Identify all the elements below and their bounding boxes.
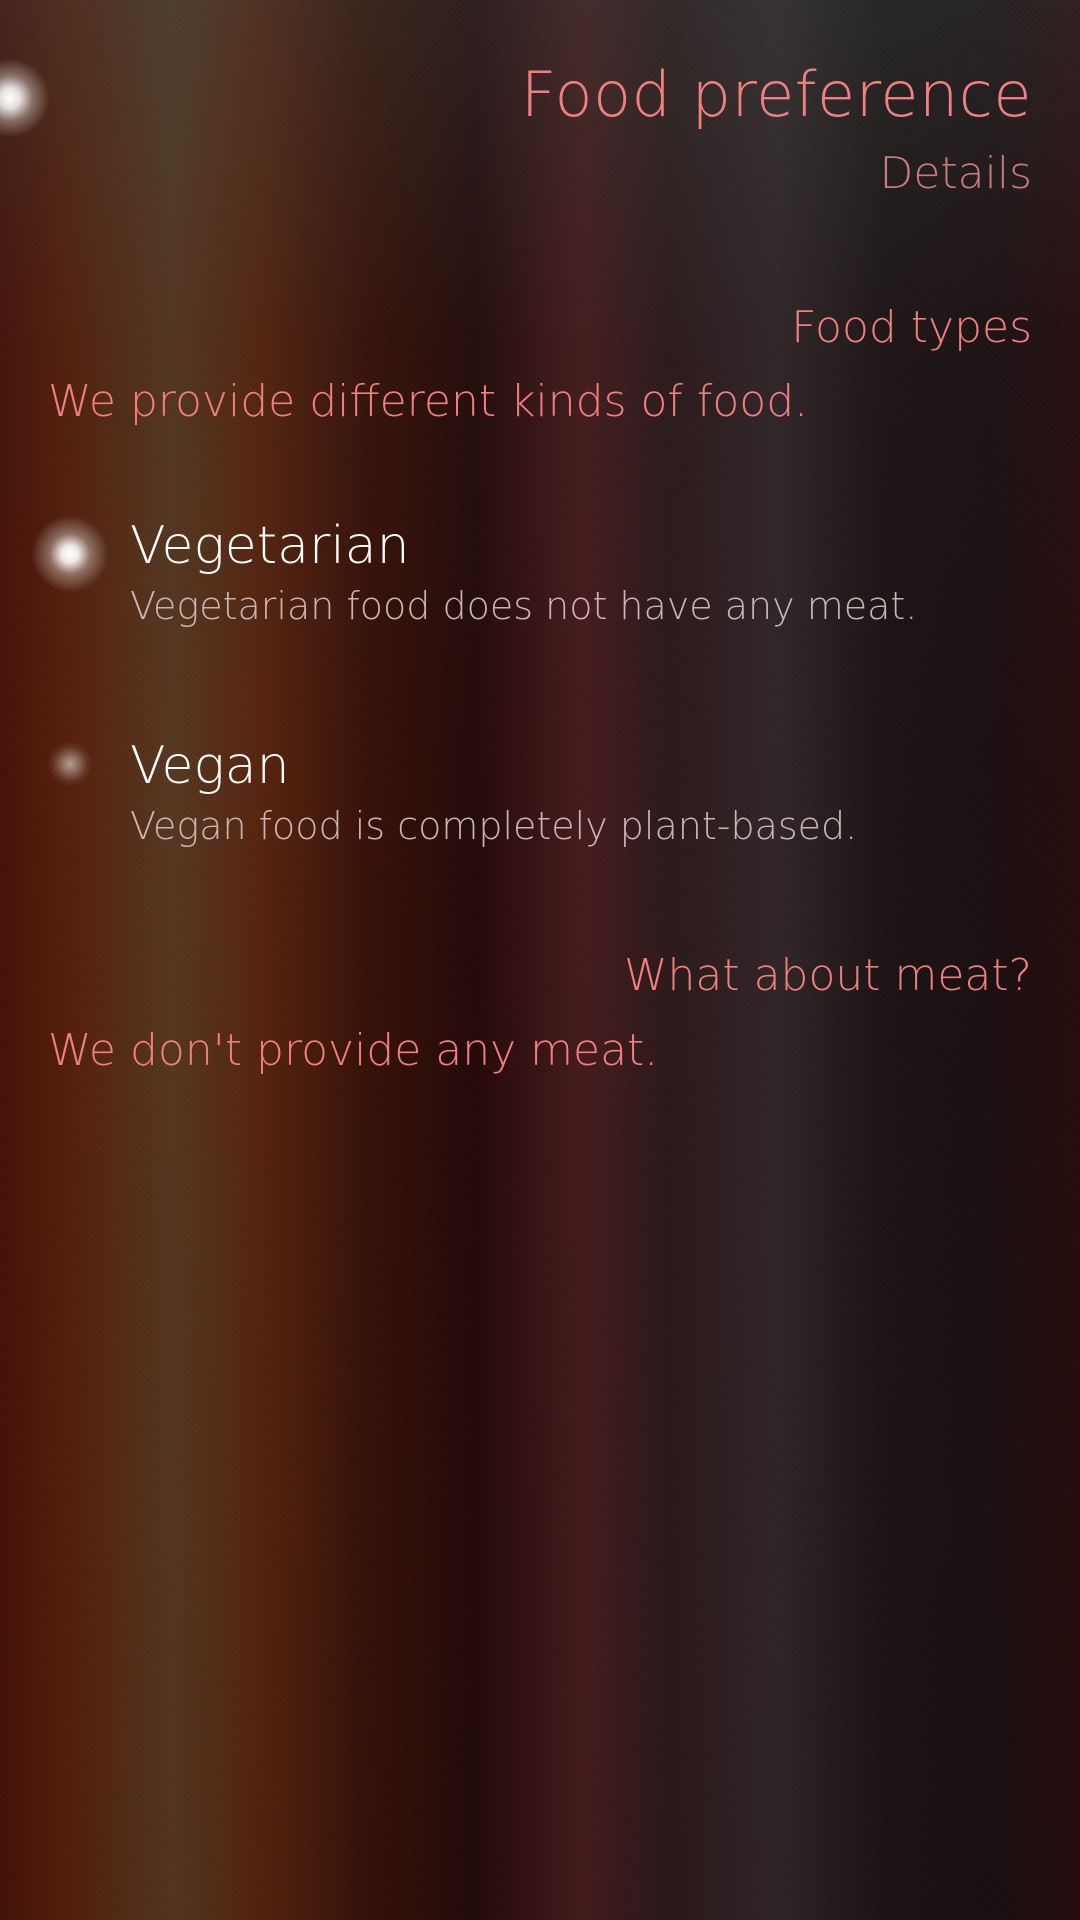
section-text-food-types: We provide different kinds of food. xyxy=(48,376,809,427)
option-description: Vegan food is completely plant-based. xyxy=(130,804,858,848)
section-header-meat: What about meat? xyxy=(623,950,1032,1001)
section-text-meat: We don't provide any meat. xyxy=(48,1025,659,1076)
option-vegetarian[interactable]: Vegetarian Vegetarian food does not have… xyxy=(0,460,1080,630)
page-title: Food preference xyxy=(520,58,1032,131)
radio-unselected-indicator-icon xyxy=(48,742,92,786)
option-label: Vegan xyxy=(130,736,290,796)
option-description: Vegetarian food does not have any meat. xyxy=(130,584,918,628)
radio-selected-indicator-icon xyxy=(28,512,112,596)
pulley-menu-indicator xyxy=(0,58,50,138)
section-header-food-types: Food types xyxy=(791,302,1032,353)
page-subtitle: Details xyxy=(879,148,1032,199)
option-vegan[interactable]: Vegan Vegan food is completely plant-bas… xyxy=(0,680,1080,850)
option-label: Vegetarian xyxy=(130,516,410,576)
